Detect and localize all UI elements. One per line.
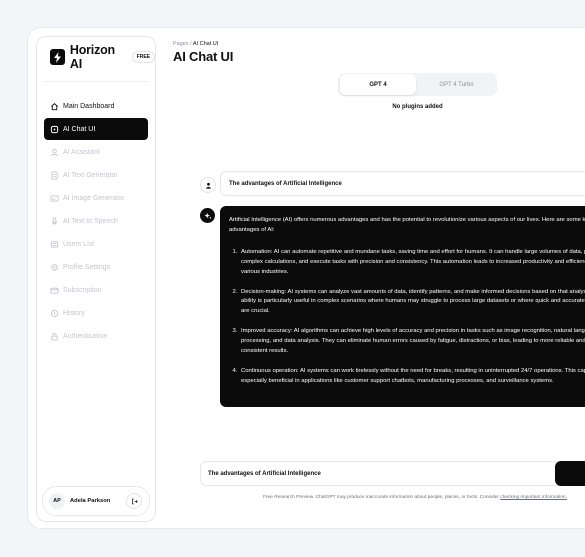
assistant-icon	[50, 148, 59, 157]
sidebar-item-ai-text-to-speech[interactable]: AI Text to Speech	[44, 210, 148, 232]
user-card[interactable]: AP Adela Parkson	[42, 486, 150, 516]
sidebar-item-main-dashboard[interactable]: Main Dashboard	[44, 95, 148, 117]
sidebar-item-label: Users List	[63, 241, 95, 249]
brand-name: Horizon AI	[69, 43, 115, 71]
divider	[43, 81, 149, 82]
logout-icon	[131, 498, 138, 504]
sidebar-item-ai-text-generator[interactable]: AI Text Generator	[44, 164, 148, 186]
sidebar-item-users-list[interactable]: Users List	[44, 234, 148, 256]
sidebar-item-label: AI Chat UI	[63, 125, 96, 133]
lightning-logo-icon	[50, 49, 65, 65]
list-item: Decision-making: AI systems can analyze …	[239, 288, 585, 318]
home-icon	[50, 102, 59, 111]
sidebar-item-label: AI Image Generator	[63, 194, 125, 202]
plan-badge: FREE	[131, 51, 155, 63]
disclaimer: Free Research Preview. ChatGPT may produ…	[260, 494, 570, 502]
microphone-icon	[50, 217, 59, 226]
sidebar-item-label: AI Text to Speech	[63, 217, 118, 225]
disclaimer-link[interactable]: checking important information.	[500, 495, 567, 500]
breadcrumb-current: AI Chat UI	[192, 41, 219, 47]
ai-response-list: Automation: AI can automate repetitive a…	[229, 248, 585, 387]
tab-gpt-4[interactable]: GPT 4	[340, 74, 416, 95]
brand[interactable]: Horizon AI FREE	[50, 43, 155, 71]
user-name: Adela Parkson	[70, 498, 111, 504]
submit-button[interactable]	[555, 461, 585, 486]
list-item: Continuous operation: AI systems can wor…	[239, 367, 585, 387]
clock-icon	[50, 309, 59, 318]
sidebar-item-label: Authentication	[63, 333, 108, 341]
sidebar-item-label: History	[63, 310, 85, 318]
tab-gpt-4-turbo[interactable]: GPT 4 Turbo	[418, 74, 495, 95]
sidebar-item-label: Profile Settings	[63, 264, 111, 272]
sidebar-item-profile-settings[interactable]: Profile Settings	[44, 257, 148, 279]
chat-icon	[50, 125, 59, 134]
sidebar-item-subscription[interactable]: Subscription	[44, 280, 148, 302]
ai-sparkle-icon	[200, 208, 215, 223]
sidebar: Horizon AI FREE Main Dashboard AI Chat U…	[36, 36, 156, 522]
sidebar-item-ai-image-generator[interactable]: AI Image Generator	[44, 187, 148, 209]
app-window: Horizon AI FREE Main Dashboard AI Chat U…	[27, 27, 585, 529]
user-avatar-icon	[200, 177, 216, 193]
sidebar-nav: Main Dashboard AI Chat UI AI Assistant A…	[44, 95, 148, 349]
sidebar-item-ai-chat-ui[interactable]: AI Chat UI	[44, 118, 148, 141]
page-title: AI Chat UI	[173, 49, 234, 64]
sidebar-item-authentication[interactable]: Authentication	[44, 326, 148, 348]
avatar[interactable]: AP	[49, 493, 65, 509]
sidebar-item-history[interactable]: History	[44, 303, 148, 325]
breadcrumb: Pages / AI Chat UI	[173, 41, 218, 47]
breadcrumb-root[interactable]: Pages	[173, 41, 189, 47]
sidebar-item-label: Subscription	[63, 287, 102, 295]
plugins-status: No plugins added	[392, 104, 443, 110]
user-message: The advantages of Artificial Intelligenc…	[220, 171, 585, 196]
model-switch: GPT 4 GPT 4 Turbo	[338, 73, 497, 96]
sidebar-item-ai-assistant[interactable]: AI Assistant	[44, 141, 148, 163]
image-icon	[50, 194, 59, 203]
sidebar-item-label: AI Text Generator	[63, 171, 118, 179]
users-icon	[50, 240, 59, 249]
breadcrumb-separator: /	[190, 41, 192, 47]
sidebar-item-label: AI Assistant	[63, 148, 100, 156]
list-item: Improved accuracy: AI algorithms can ach…	[239, 327, 585, 357]
lock-icon	[50, 332, 59, 341]
ai-response: Artificial Intelligence (AI) offers nume…	[220, 206, 585, 407]
disclaimer-text: Free Research Preview. ChatGPT may produ…	[263, 495, 501, 500]
sidebar-item-label: Main Dashboard	[63, 102, 115, 110]
ai-response-intro: Artificial Intelligence (AI) offers nume…	[229, 217, 585, 233]
gear-icon	[50, 263, 59, 272]
card-icon	[50, 286, 59, 295]
logout-button[interactable]	[126, 493, 142, 509]
prompt-input[interactable]: The advantages of Artificial Intelligenc…	[200, 461, 580, 486]
list-item: Automation: AI can automate repetitive a…	[239, 248, 585, 278]
document-icon	[50, 171, 59, 180]
